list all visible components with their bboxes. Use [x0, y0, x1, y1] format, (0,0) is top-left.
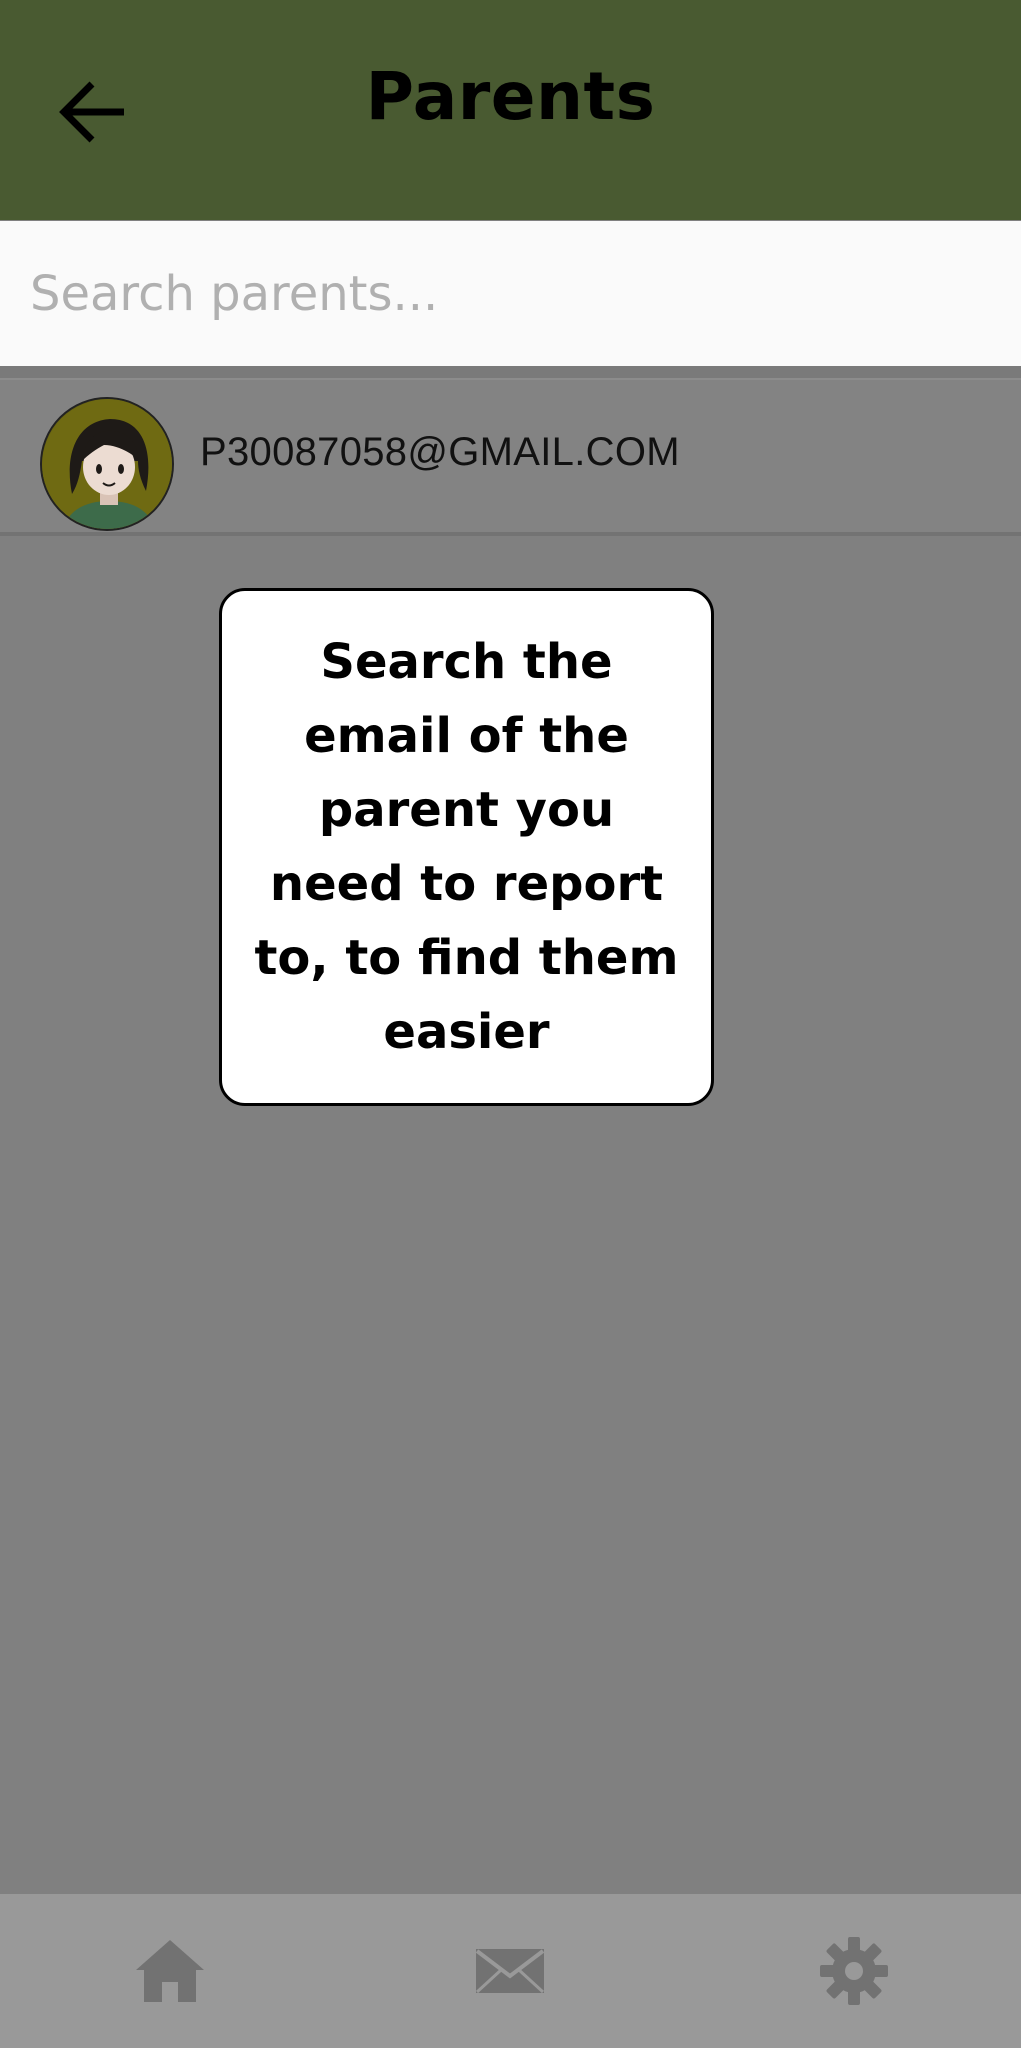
page-title: Parents: [365, 58, 656, 135]
nav-mail-button[interactable]: [410, 1894, 610, 2048]
hint-text: Search the email of the parent you need …: [254, 634, 679, 1060]
bottom-navigation: [0, 1894, 1021, 2048]
search-input[interactable]: [0, 221, 1021, 366]
home-icon: [136, 1940, 204, 2002]
divider: [0, 366, 1021, 378]
mail-icon: [475, 1949, 545, 1994]
nav-home-button[interactable]: [70, 1894, 270, 2048]
app-header: Parents: [0, 0, 1021, 220]
hint-tooltip: Search the email of the parent you need …: [219, 588, 714, 1106]
search-bar: [0, 221, 1021, 366]
nav-settings-button[interactable]: [754, 1894, 954, 2048]
gear-icon: [820, 1937, 888, 2005]
avatar-girl-icon: [40, 397, 174, 531]
parent-list-item[interactable]: P30087058@GMAIL.COM: [0, 378, 1021, 536]
parent-email: P30087058@GMAIL.COM: [200, 430, 680, 474]
